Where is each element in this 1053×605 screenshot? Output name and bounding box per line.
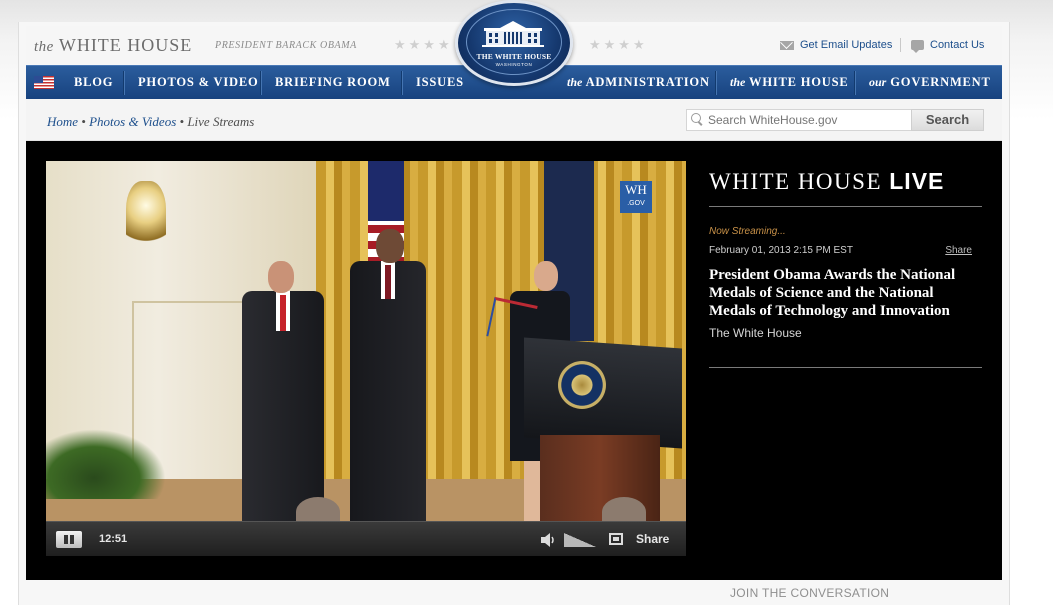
white-house-building-icon [482,21,544,47]
nav-prefix: the [730,75,746,89]
nav-our-government[interactable]: our GOVERNMENT [869,75,991,90]
video-player[interactable]: WH .GOV [46,161,686,521]
search-input[interactable] [686,109,912,131]
breadcrumb-photos-videos[interactable]: Photos & Videos [89,114,176,129]
breadcrumb-separator: • [179,114,185,129]
breadcrumb: Home • Photos & Videos • Live Streams [47,114,254,130]
fullscreen-icon[interactable] [609,533,623,545]
search-icon [691,113,701,123]
now-streaming-label: Now Streaming... [709,226,786,237]
email-updates-label: Get Email Updates [800,39,893,51]
video-scene-audience-head [296,497,340,521]
nav-separator [401,71,402,95]
video-scene-podium [524,337,686,521]
volume-icon[interactable] [539,532,557,548]
nav-prefix: the [567,75,583,89]
player-share-button[interactable]: Share [636,532,669,546]
person-head [376,229,404,263]
video-scene-plant [46,429,166,499]
join-the-conversation-heading: JOIN THE CONVERSATION [730,586,890,600]
nav-briefing-room[interactable]: BRIEFING ROOM [275,75,391,90]
breadcrumb-separator: • [81,114,86,129]
white-house-live-title: WHITE HOUSE LIVE [709,168,944,195]
video-scene-sconce [126,181,166,251]
live-stream-panel: WH .GOV 12:51 Share WHITE HOUSE LIVE Now… [26,141,1002,580]
president-tagline: PRESIDENT BARACK OBAMA [215,40,357,51]
decorative-stars-left: ★★★★ [394,37,453,52]
person-tie [385,265,391,299]
nav-separator [715,71,716,95]
elapsed-time: 12:51 [99,533,128,545]
nav-label: ADMINISTRATION [585,75,710,89]
sidebar-divider [709,206,982,207]
person-suit [350,261,426,521]
contact-us-link[interactable]: Contact Us [911,39,985,53]
presidential-seal-icon [558,361,606,409]
watermark-label: WH [625,182,647,197]
player-controls: 12:51 Share [46,521,686,556]
video-scene-audience-head [602,497,646,521]
nav-separator [123,71,124,95]
wh-gov-watermark: WH .GOV [620,181,652,213]
envelope-icon [780,40,794,50]
breadcrumb-bar: Home • Photos & Videos • Live Streams Se… [26,99,1002,141]
brand-name: WHITE HOUSE [58,35,193,55]
nav-prefix: our [869,75,887,89]
nav-the-administration[interactable]: the ADMINISTRATION [567,75,710,90]
nav-label: GOVERNMENT [890,75,991,89]
nav-separator [854,71,855,95]
event-title[interactable]: President Obama Awards the National Meda… [709,266,979,320]
stream-date: February 01, 2013 2:15 PM EST [709,245,853,256]
nav-blog[interactable]: BLOG [74,75,113,90]
site-brand[interactable]: the WHITE HOUSE [34,35,192,56]
contact-us-label: Contact Us [930,39,985,51]
header-divider [900,38,901,52]
search-button[interactable]: Search [911,109,984,131]
seal-title: THE WHITE HOUSE [476,52,552,61]
nav-the-white-house[interactable]: the WHITE HOUSE [730,75,849,90]
watermark-sub: .GOV [627,200,645,207]
live-title-light: WHITE HOUSE [709,169,890,194]
nav-issues[interactable]: ISSUES [416,75,464,90]
nav-separator [260,71,261,95]
breadcrumb-home[interactable]: Home [47,114,78,129]
sidebar-divider [709,367,982,368]
volume-slider[interactable] [564,533,596,547]
person-tie [280,295,286,331]
breadcrumb-current: Live Streams [187,114,255,129]
video-scene-person-honoree [242,261,324,521]
nav-label: WHITE HOUSE [749,75,849,89]
person-head [534,261,558,291]
video-scene-person-president [350,229,426,521]
flag-icon [34,76,54,89]
share-link[interactable]: Share [945,245,972,256]
speech-bubble-icon [911,40,924,53]
event-source: The White House [709,326,802,340]
white-house-seal-logo[interactable]: THE WHITE HOUSE WASHINGTON [455,0,573,86]
pause-icon[interactable] [56,531,82,548]
brand-the: the [34,39,54,55]
live-title-bold: LIVE [889,168,945,194]
seal-subtitle: WASHINGTON [495,62,533,67]
decorative-stars-right: ★★★★ [589,37,648,52]
person-head [268,261,294,293]
nav-photos-video[interactable]: PHOTOS & VIDEO [138,75,258,90]
email-updates-link[interactable]: Get Email Updates [780,39,892,51]
